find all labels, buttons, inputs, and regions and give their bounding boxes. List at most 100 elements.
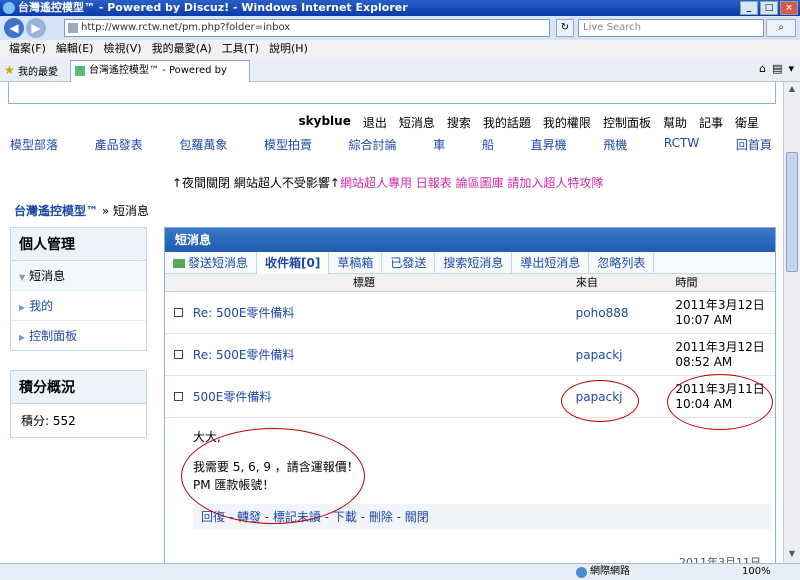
category-nav: 模型部落 產品發表 包羅萬象 模型拍賣 綜合討論 車 船 直昇機 飛機 RCTW… (10, 136, 772, 153)
tab-send-pm[interactable]: 發送短消息 (165, 251, 258, 274)
username[interactable]: skyblue (293, 114, 357, 131)
cat-product-release[interactable]: 產品發表 (95, 136, 143, 153)
sidebar-item-pm[interactable]: ▼ 短消息 (11, 261, 146, 291)
refresh-button[interactable]: ↻ (556, 19, 574, 37)
partial-row-date: 2011年3月11日 (679, 556, 761, 563)
pm-row[interactable]: Re: 500E零件備料 poho888 2011年3月12日 10:07 AM (165, 292, 775, 334)
nav-logout[interactable]: 退出 (357, 114, 393, 131)
nav-search[interactable]: 搜索 (441, 114, 477, 131)
pm-actions[interactable]: 回復 - 轉發 - 標記未讀 - 下載 - 刪除 - 關閉 (193, 504, 771, 530)
scroll-down-arrow-icon[interactable]: ▼ (786, 549, 798, 561)
search-go-button[interactable]: ⌕ (766, 19, 796, 37)
sidebar-score-panel: 積分概況 積分: 552 (10, 370, 147, 438)
menu-help[interactable]: 說明(H) (264, 40, 313, 58)
sidebar-item-control-panel[interactable]: ▶ 控制面板 (11, 321, 146, 350)
nav-notes[interactable]: 記事 (693, 114, 729, 131)
pm-from[interactable]: poho888 (576, 306, 676, 320)
row-checkbox[interactable] (174, 307, 184, 317)
cat-general[interactable]: 綜合討論 (349, 136, 397, 153)
forward-button[interactable]: ▶ (26, 18, 46, 38)
pm-date: 2011年3月12日 (675, 339, 765, 354)
scrollbar-thumb[interactable] (786, 152, 798, 272)
nav-satellite[interactable]: 衛星 (729, 114, 765, 131)
tab-search-pm[interactable]: 搜索短消息 (435, 251, 513, 274)
sidebar-manage-title: 個人管理 (11, 228, 146, 261)
minimize-button[interactable]: _ (740, 1, 758, 15)
cat-airplane[interactable]: 飛機 (603, 136, 627, 153)
vertical-scrollbar[interactable]: ▲ ▼ (783, 82, 800, 563)
menu-file[interactable]: 檔案(F) (4, 40, 51, 58)
row-checkbox[interactable] (174, 349, 184, 359)
cat-model-blog[interactable]: 模型部落 (10, 136, 58, 153)
tab-ignore-list[interactable]: 忽略列表 (589, 251, 655, 274)
cat-misc[interactable]: 包羅萬象 (179, 136, 227, 153)
cat-rctw[interactable]: RCTW (664, 136, 699, 153)
favorites-bar: ★ 我的最愛 台灣遙控模型™ - Powered by Discuz! ⌂ ▤ … (0, 58, 800, 96)
sidebar-item-label: 我的 (29, 299, 54, 313)
row-check-cell (165, 390, 193, 404)
live-search-placeholder: Live Search (583, 22, 641, 33)
nav-help[interactable]: 幫助 (657, 114, 693, 131)
close-window-button[interactable]: × (780, 1, 798, 15)
pm-from[interactable]: papackj (576, 390, 676, 404)
address-row: ◀ ▶ http://www.rctw.net/pm.php?folder=in… (0, 16, 800, 40)
pm-row-open[interactable]: 500E零件備料 papackj 2011年3月11日 10:04 AM (165, 376, 775, 418)
header-check-cell (165, 274, 193, 291)
tab-sent[interactable]: 已發送 (382, 251, 436, 274)
pm-title[interactable]: Re: 500E零件備料 (193, 304, 576, 321)
breadcrumb-home[interactable]: 台灣遙控模型™ (14, 204, 98, 218)
address-field[interactable]: http://www.rctw.net/pm.php?folder=inbox (64, 19, 550, 37)
browser-tab[interactable]: 台灣遙控模型™ - Powered by Discuz! (70, 60, 250, 96)
pm-tabs: 發送短消息 收件箱[0] 草稿箱 已發送 搜索短消息 導出短消息 忽略列表 (165, 251, 775, 274)
pm-date: 2011年3月12日 (675, 297, 765, 312)
nav-my-topics[interactable]: 我的話題 (477, 114, 537, 131)
zoom-level[interactable]: 100% (742, 564, 771, 580)
cat-helicopter[interactable]: 直昇機 (531, 136, 567, 153)
cat-boat[interactable]: 船 (482, 136, 494, 153)
pm-panel-header: 短消息 (165, 228, 775, 252)
sidebar-score-title: 積分概況 (11, 371, 146, 404)
breadcrumb-separator: » (101, 204, 110, 218)
internet-zone-icon (576, 567, 587, 578)
sidebar-item-mine[interactable]: ▶ 我的 (11, 291, 146, 321)
cat-car[interactable]: 車 (433, 136, 445, 153)
menu-tools[interactable]: 工具(T) (217, 40, 264, 58)
scroll-up-arrow-icon[interactable]: ▲ (786, 84, 798, 96)
pm-message-line: PM 匯款帳號！ (193, 478, 275, 492)
favorites-star-icon[interactable]: ★ (4, 63, 15, 77)
tab-inbox[interactable]: 收件箱[0] (257, 251, 330, 274)
tab-label: 發送短消息 (188, 255, 249, 270)
pm-time: 10:07 AM (675, 312, 733, 327)
pm-row[interactable]: Re: 500E零件備料 papackj 2011年3月12日 08:52 AM (165, 334, 775, 376)
menu-favorites[interactable]: 我的最愛(A) (147, 40, 217, 58)
notice-links[interactable]: 網站超人專用 日報表 論區圖庫 請加入超人特攻隊 (340, 176, 603, 190)
back-button[interactable]: ◀ (4, 18, 24, 38)
tab-drafts[interactable]: 草稿箱 (329, 251, 383, 274)
pm-panel: 短消息 發送短消息 收件箱[0] 草稿箱 已發送 搜索短消息 導出短消息 忽略列… (164, 227, 776, 563)
menu-edit[interactable]: 編輯(E) (51, 40, 99, 58)
favorites-label[interactable]: 我的最愛 (18, 63, 58, 78)
forward-arrow-icon: ▶ (31, 21, 41, 35)
nav-my-permissions[interactable]: 我的權限 (537, 114, 597, 131)
menu-view[interactable]: 檢視(V) (98, 40, 146, 58)
feeds-icon[interactable]: ▤ (772, 62, 782, 75)
collapsed-triangle-icon: ▶ (19, 303, 26, 312)
security-zone: 網際網路 (590, 566, 630, 577)
live-search-input[interactable]: Live Search (578, 19, 764, 37)
row-checkbox[interactable] (174, 391, 184, 401)
cat-home[interactable]: 回首頁 (736, 136, 772, 153)
address-text: http://www.rctw.net/pm.php?folder=inbox (81, 22, 291, 33)
home-icon[interactable]: ⌂ (759, 62, 766, 75)
pm-from[interactable]: papackj (576, 348, 676, 362)
pm-title[interactable]: 500E零件備料 (193, 388, 576, 405)
cat-auction[interactable]: 模型拍賣 (264, 136, 312, 153)
tab-export-pm[interactable]: 導出短消息 (512, 251, 590, 274)
row-check-cell (165, 306, 193, 320)
nav-control-panel[interactable]: 控制面板 (597, 114, 657, 131)
maximize-button[interactable]: □ (760, 1, 778, 15)
page-menu-icon[interactable]: ▾ (788, 62, 794, 75)
nav-pm[interactable]: 短消息 (393, 114, 441, 131)
back-arrow-icon: ◀ (9, 21, 19, 35)
site-favicon-icon (75, 66, 85, 76)
pm-title[interactable]: Re: 500E零件備料 (193, 346, 576, 363)
